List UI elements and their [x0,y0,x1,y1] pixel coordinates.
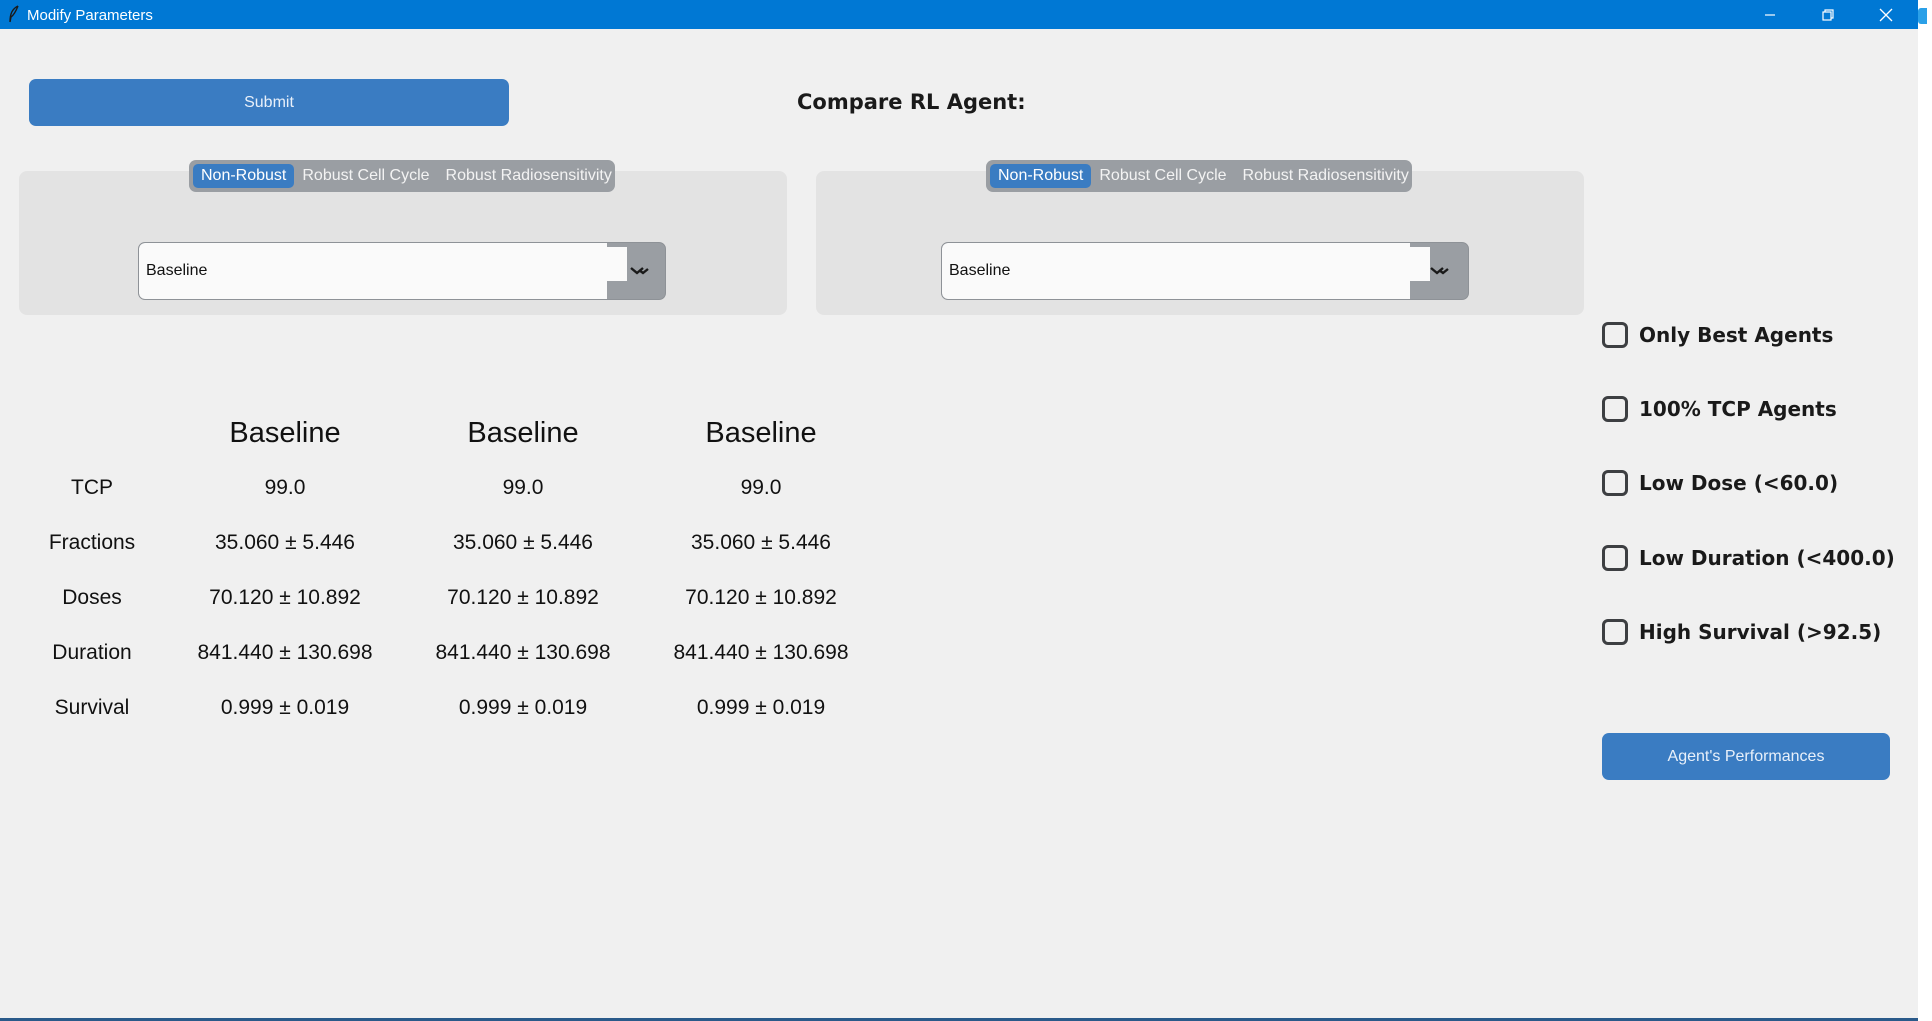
checkbox[interactable] [1602,470,1628,496]
filter-label: Low Dose (<60.0) [1639,471,1839,495]
table-cell: 99.0 [502,476,544,499]
close-button[interactable] [1857,0,1915,29]
table-cell: 35.060 ± 5.446 [453,531,593,554]
title-bar: Modify Parameters [0,0,1932,29]
row-label-duration: Duration [52,641,132,664]
feather-icon [8,5,20,28]
filter-only-best-agents[interactable]: Only Best Agents [1602,322,1833,348]
left-tab-non-robust[interactable]: Non-Robust [193,164,295,188]
right-combo-entry[interactable]: Baseline [942,243,1410,299]
checkbox[interactable] [1602,396,1628,422]
table-cell: 0.999 ± 0.019 [458,696,588,719]
column-header-2: Baseline [467,417,579,449]
minimize-icon [1765,13,1775,16]
table-cell: 841.440 ± 130.698 [435,641,611,664]
filter-100-tcp-agents[interactable]: 100% TCP Agents [1602,396,1837,422]
chevron-down-icon[interactable] [1429,265,1451,277]
filter-label: 100% TCP Agents [1639,397,1837,421]
checkbox[interactable] [1602,322,1628,348]
filter-low-duration[interactable]: Low Duration (<400.0) [1602,545,1895,571]
table-cell: 99.0 [740,476,782,499]
checkbox[interactable] [1602,619,1628,645]
left-tab-robust-radiosensitivity[interactable]: Robust Radiosensitivity [438,164,620,188]
table-cell: 99.0 [264,476,306,499]
submit-button[interactable]: Submit [29,79,509,126]
filter-label: Only Best Agents [1639,323,1834,347]
table-cell: 70.120 ± 10.892 [447,586,599,609]
window-edge [1918,0,1932,1021]
filter-label: High Survival (>92.5) [1639,620,1882,644]
table-cell: 70.120 ± 10.892 [209,586,361,609]
filter-high-survival[interactable]: High Survival (>92.5) [1602,619,1881,645]
minimize-button[interactable] [1741,0,1799,29]
restore-icon [1822,8,1834,21]
row-label-survival: Survival [54,696,130,719]
right-segmented-control: Non-Robust Robust Cell Cycle Robust Radi… [986,160,1412,192]
left-combo-entry[interactable]: Baseline [139,243,607,299]
filter-label: Low Duration (<400.0) [1639,546,1895,570]
checkbox[interactable] [1602,545,1628,571]
right-agent-combobox[interactable]: Baseline [941,242,1469,300]
right-tab-robust-radiosensitivity[interactable]: Robust Radiosensitivity [1235,164,1417,188]
table-cell: 35.060 ± 5.446 [215,531,355,554]
column-header-3: Baseline [705,417,817,449]
left-agent-combobox[interactable]: Baseline [138,242,666,300]
left-tab-robust-cell-cycle[interactable]: Robust Cell Cycle [294,164,437,188]
filter-low-dose[interactable]: Low Dose (<60.0) [1602,470,1838,496]
column-header-1: Baseline [229,417,341,449]
left-segmented-control: Non-Robust Robust Cell Cycle Robust Radi… [189,160,615,192]
table-cell: 0.999 ± 0.019 [220,696,350,719]
window-title: Modify Parameters [27,7,153,24]
left-combo-notch [607,247,627,281]
compare-label: Compare RL Agent: [797,90,1026,114]
row-label-tcp: TCP [71,476,113,499]
table-cell: 0.999 ± 0.019 [696,696,826,719]
right-tab-non-robust[interactable]: Non-Robust [990,164,1092,188]
row-label-doses: Doses [62,586,122,609]
right-combo-notch [1410,247,1430,281]
table-cell: 70.120 ± 10.892 [685,586,837,609]
chevron-down-icon[interactable] [629,265,651,277]
close-icon [1879,8,1893,21]
table-cell: 35.060 ± 5.446 [691,531,831,554]
table-cell: 841.440 ± 130.698 [673,641,849,664]
agents-performances-button[interactable]: Agent's Performances [1602,733,1890,780]
table-cell: 841.440 ± 130.698 [197,641,373,664]
right-tab-robust-cell-cycle[interactable]: Robust Cell Cycle [1091,164,1234,188]
edge-indicator [1918,8,1927,24]
restore-button[interactable] [1799,0,1857,29]
row-label-fractions: Fractions [48,531,136,554]
